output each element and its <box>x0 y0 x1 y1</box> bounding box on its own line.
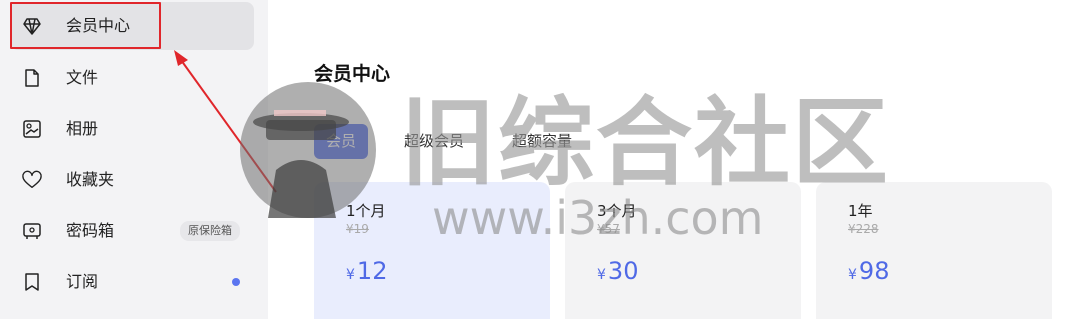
plan-name: 1年 <box>848 202 873 220</box>
plan-price: ¥12 <box>346 256 387 290</box>
currency-symbol: ¥ <box>597 267 606 283</box>
file-icon <box>22 68 42 88</box>
sidebar-item-label: 相册 <box>66 119 99 138</box>
status-badge: 原保险箱 <box>180 221 240 241</box>
price-value: 98 <box>858 257 890 285</box>
sidebar-item-album[interactable]: 相册 <box>10 105 254 153</box>
plan-name: 3个月 <box>597 202 637 220</box>
main-content: 会员中心 会员 超级会员 超额容量 1个月 ¥19 ¥12 3个月 ¥57 ¥3… <box>268 0 1080 319</box>
plan-card-1-year[interactable]: 1年 ¥228 ¥98 <box>816 182 1052 319</box>
price-value: 12 <box>356 257 388 285</box>
currency-symbol: ¥ <box>346 267 355 283</box>
tab-extra-capacity[interactable]: 超额容量 <box>500 124 584 159</box>
tab-super-member[interactable]: 超级会员 <box>392 124 476 159</box>
sidebar-item-label: 密码箱 <box>66 221 115 240</box>
plan-name: 1个月 <box>346 202 386 220</box>
annotation-highlight-box <box>10 2 161 49</box>
plan-price: ¥98 <box>848 256 889 290</box>
plan-price: ¥30 <box>597 256 638 290</box>
plan-card-3-months[interactable]: 3个月 ¥57 ¥30 <box>565 182 801 319</box>
plan-original-price: ¥57 <box>597 222 620 236</box>
sidebar-item-password-box[interactable]: 密码箱 原保险箱 <box>10 207 254 255</box>
sidebar-item-label: 文件 <box>66 68 99 87</box>
bookmark-icon <box>22 272 42 292</box>
currency-symbol: ¥ <box>848 267 857 283</box>
sidebar-item-favorites[interactable]: 收藏夹 <box>10 156 254 204</box>
price-value: 30 <box>607 257 639 285</box>
photo-album-icon <box>22 119 42 139</box>
plan-card-1-month[interactable]: 1个月 ¥19 ¥12 <box>314 182 550 319</box>
notification-dot <box>232 278 240 286</box>
sidebar-item-subscriptions[interactable]: 订阅 <box>10 258 254 306</box>
sidebar-item-label: 订阅 <box>66 272 99 291</box>
safe-box-icon <box>22 221 42 241</box>
sidebar: 会员中心 文件 相册 收藏夹 密码箱 原保险箱 订阅 <box>0 0 268 319</box>
plan-original-price: ¥228 <box>848 222 879 236</box>
heart-icon <box>22 170 42 190</box>
page-title: 会员中心 <box>314 63 391 85</box>
sidebar-item-files[interactable]: 文件 <box>10 54 254 102</box>
sidebar-item-label: 收藏夹 <box>66 170 115 189</box>
tab-member[interactable]: 会员 <box>314 124 369 159</box>
plan-original-price: ¥19 <box>346 222 369 236</box>
